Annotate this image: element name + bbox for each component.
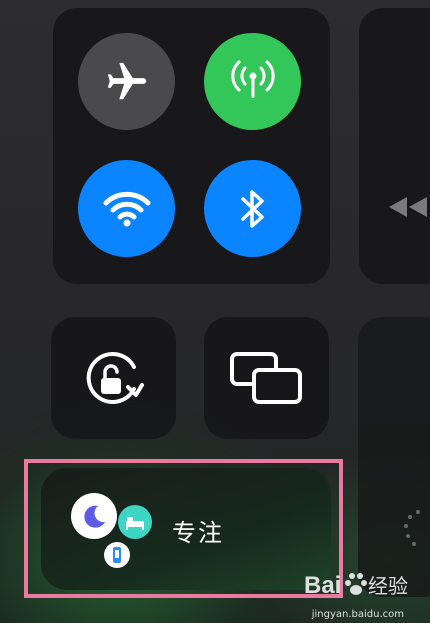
svg-text:Bai: Bai xyxy=(304,572,341,599)
focus-sleep-badge xyxy=(118,505,152,539)
moon-icon xyxy=(84,505,105,528)
wifi-toggle[interactable] xyxy=(78,160,175,257)
airplane-icon xyxy=(107,62,146,99)
focus-label: 专注 xyxy=(172,519,224,547)
rewind-button[interactable] xyxy=(383,193,430,221)
rotation-lock-icon xyxy=(86,352,144,404)
screen-mirroring-button[interactable] xyxy=(228,348,306,408)
brightness-indicator xyxy=(392,505,430,555)
cellular-data-toggle[interactable] xyxy=(204,33,301,130)
svg-text:经验: 经验 xyxy=(368,574,408,598)
bed-icon xyxy=(126,517,144,530)
airplane-mode-toggle[interactable] xyxy=(78,33,175,130)
baidu-logo-watermark: Bai 经验 xyxy=(302,567,422,601)
baidu-paw-icon: Bai 经验 xyxy=(304,572,408,599)
sun-icon xyxy=(404,510,420,546)
phone-icon xyxy=(113,547,121,563)
bluetooth-icon xyxy=(240,189,264,228)
antenna-icon xyxy=(230,60,275,98)
orientation-lock-button[interactable] xyxy=(78,347,148,411)
bluetooth-toggle[interactable] xyxy=(204,160,301,257)
media-player-panel xyxy=(359,8,430,284)
watermark-url: jingyan.baidu.com xyxy=(311,609,404,620)
brightness-slider[interactable] xyxy=(358,317,430,597)
focus-moon-badge xyxy=(71,493,117,539)
focus-phone-badge xyxy=(104,542,130,568)
wifi-icon xyxy=(103,191,150,226)
screen-mirroring-icon xyxy=(230,352,302,404)
rewind-icon xyxy=(389,197,427,217)
